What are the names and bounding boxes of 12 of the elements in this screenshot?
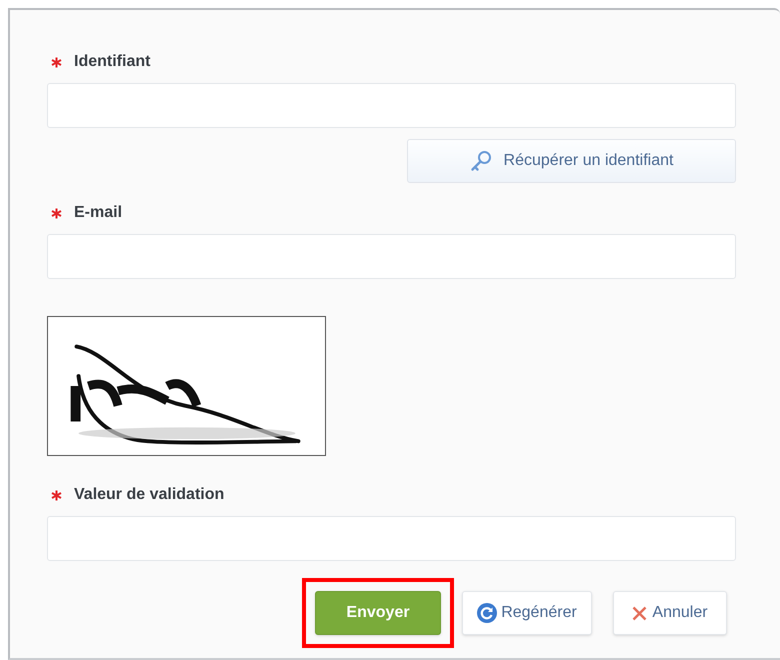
field-label: Valeur de validation [74, 485, 224, 505]
key-icon [470, 150, 492, 172]
input-field[interactable] [47, 83, 736, 128]
recover-button[interactable]: Récupérer un identifiant [407, 139, 736, 183]
close-icon [632, 606, 648, 620]
regenerate-button[interactable]: Regénérer [462, 591, 592, 635]
refresh-icon [477, 603, 498, 623]
field-label: E-mail [74, 203, 122, 223]
field-label: Identifiant [74, 52, 150, 72]
input-field[interactable] [47, 516, 736, 561]
cancel-button[interactable]: Annuler [613, 591, 727, 635]
input-field[interactable] [47, 234, 736, 279]
